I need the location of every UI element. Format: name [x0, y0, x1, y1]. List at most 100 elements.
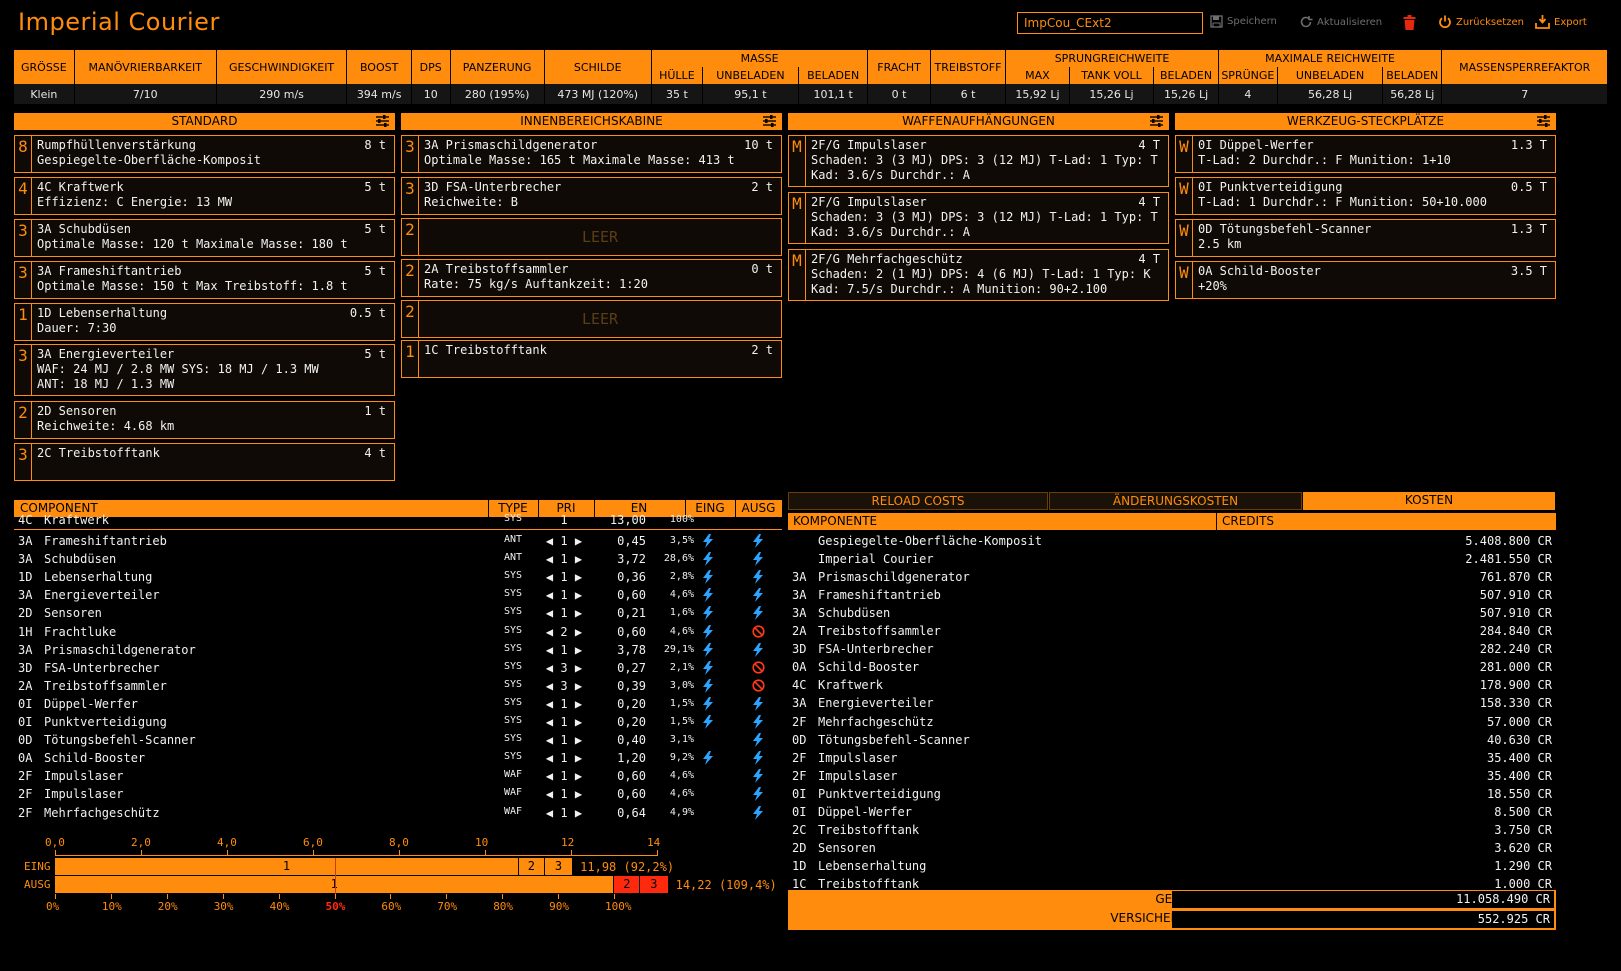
bolt-icon[interactable]	[752, 751, 764, 766]
cost-row[interactable]: 0I Düppel-Werfer 8.500 CR	[788, 803, 1556, 821]
priority-decrease-arrow-icon[interactable]: ◀	[546, 697, 560, 711]
power-row[interactable]: 2A Treibstoffsammler SYS ◀ 3 ▶ 0,39 3,0%	[14, 677, 782, 695]
filter-icon[interactable]	[1150, 115, 1163, 132]
bolt-icon[interactable]	[702, 606, 714, 621]
eing-toggle[interactable]	[702, 715, 714, 732]
eing-toggle[interactable]	[702, 678, 714, 696]
bolt-icon[interactable]	[752, 552, 764, 567]
priority-decrease-arrow-icon[interactable]: ◀	[546, 715, 560, 729]
priority-increase-arrow-icon[interactable]: ▶	[568, 570, 582, 584]
slot-internal-4[interactable]: 2 LEER	[401, 300, 782, 338]
slot-hardpoints-1[interactable]: M 2F/G Impulslaser 4 T Schaden: 3 (3 MJ) DP…	[788, 192, 1169, 244]
priority-increase-arrow-icon[interactable]: ▶	[568, 806, 582, 820]
priority-increase-arrow-icon[interactable]: ▶	[568, 552, 582, 566]
bolt-icon[interactable]	[752, 715, 764, 729]
slot-utility-1[interactable]: W 0I Punktverteidigung 0.5 T T-Lad: 1 Durch…	[1175, 177, 1556, 215]
bolt-icon[interactable]	[752, 805, 764, 820]
cost-row[interactable]: 2C Treibstofftank 3.750 CR	[788, 821, 1556, 839]
slot-standard-7[interactable]: 3 2C Treibstofftank 4 t	[14, 443, 395, 481]
cost-row[interactable]: 2F Impulslaser 35.400 CR	[788, 767, 1556, 785]
priority-increase-arrow-icon[interactable]: ▶	[568, 733, 582, 747]
slot-standard-1[interactable]: 4 4C Kraftwerk 5 t Effizienz: C Energie: 13…	[14, 177, 395, 215]
bolt-icon[interactable]	[752, 588, 764, 603]
priority-decrease-arrow-icon[interactable]: ◀	[546, 751, 560, 765]
priority-stepper[interactable]: ◀ 1 ▶	[536, 570, 592, 584]
priority-stepper[interactable]: ◀ 3 ▶	[536, 661, 592, 675]
ausg-toggle[interactable]	[752, 661, 765, 677]
eing-toggle[interactable]	[702, 588, 714, 605]
cost-tab-1[interactable]: ÄNDERUNGSKOSTEN	[1049, 492, 1302, 510]
cost-row[interactable]: 0A Schild-Booster 281.000 CR	[788, 658, 1556, 676]
reload-button[interactable]: Aktualisieren	[1299, 15, 1382, 29]
power-row[interactable]: 2D Sensoren SYS ◀ 1 ▶ 0,21 1,6%	[14, 604, 782, 622]
power-row[interactable]: 2F Impulslaser WAF ◀ 1 ▶ 0,60 4,6%	[14, 767, 782, 785]
disabled-icon[interactable]	[752, 679, 765, 692]
eing-toggle[interactable]	[702, 696, 714, 714]
bolt-icon[interactable]	[702, 678, 714, 693]
bolt-icon[interactable]	[752, 769, 764, 784]
slot-hardpoints-2[interactable]: M 2F/G Mehrfachgeschütz 4 T Schaden: 2 (1 M…	[788, 249, 1169, 301]
cost-row[interactable]: 0D Tötungsbefehl-Scanner 40.630 CR	[788, 731, 1556, 749]
priority-decrease-arrow-icon[interactable]: ◀	[546, 570, 560, 584]
ausg-toggle[interactable]	[752, 679, 765, 695]
slot-internal-1[interactable]: 3 3D FSA-Unterbrecher 2 t Reichweite: B	[401, 177, 782, 215]
save-button[interactable]: Speichern	[1210, 15, 1277, 28]
priority-stepper[interactable]: ◀ 2 ▶	[536, 625, 592, 639]
bolt-icon[interactable]	[702, 534, 714, 548]
power-row[interactable]: 0I Punktverteidigung SYS ◀ 1 ▶ 0,20 1,5%	[14, 713, 782, 731]
cost-row[interactable]: Imperial Courier 2.481.550 CR	[788, 550, 1556, 568]
cost-row[interactable]: 2F Impulslaser 35.400 CR	[788, 749, 1556, 767]
eing-toggle[interactable]	[702, 534, 714, 551]
priority-increase-arrow-icon[interactable]: ▶	[568, 769, 582, 783]
priority-decrease-arrow-icon[interactable]: ◀	[546, 588, 560, 602]
power-row[interactable]: 1D Lebenserhaltung SYS ◀ 1 ▶ 0,36 2,8%	[14, 568, 782, 586]
slot-utility-3[interactable]: W 0A Schild-Booster 3.5 T +20%	[1175, 261, 1556, 299]
priority-increase-arrow-icon[interactable]: ▶	[568, 606, 582, 620]
eing-toggle[interactable]	[702, 552, 714, 569]
priority-stepper[interactable]: ◀ 1 ▶	[536, 787, 592, 801]
slot-internal-5[interactable]: 1 1C Treibstofftank 2 t	[401, 340, 782, 378]
disabled-icon[interactable]	[752, 661, 765, 674]
slot-internal-0[interactable]: 3 3A Prismaschildgenerator 10 t Optimale Ma…	[401, 135, 782, 173]
priority-decrease-arrow-icon[interactable]: ◀	[546, 806, 560, 820]
cost-row[interactable]: 3A Schubdüsen 507.910 CR	[788, 604, 1556, 622]
eing-toggle[interactable]	[702, 642, 714, 660]
bolt-icon[interactable]	[752, 787, 764, 802]
priority-decrease-arrow-icon[interactable]: ◀	[546, 643, 560, 657]
power-row[interactable]: 3A Energieverteiler SYS ◀ 1 ▶ 0,60 4,6%	[14, 586, 782, 604]
bolt-icon[interactable]	[702, 552, 714, 567]
slot-standard-2[interactable]: 3 3A Schubdüsen 5 t Optimale Masse: 120 t M…	[14, 219, 395, 257]
priority-increase-arrow-icon[interactable]: ▶	[568, 697, 582, 711]
priority-stepper[interactable]: ◀ 1 ▶	[536, 806, 592, 820]
priority-decrease-arrow-icon[interactable]: ◀	[546, 606, 560, 620]
eing-toggle[interactable]	[702, 660, 714, 678]
build-name-input[interactable]	[1017, 12, 1203, 34]
bolt-icon[interactable]	[752, 642, 764, 657]
priority-decrease-arrow-icon[interactable]: ◀	[546, 534, 560, 548]
priority-decrease-arrow-icon[interactable]: ◀	[546, 552, 560, 566]
cost-tab-2[interactable]: KOSTEN	[1303, 492, 1555, 510]
cost-tab-0[interactable]: RELOAD COSTS	[788, 492, 1048, 510]
ausg-toggle[interactable]	[752, 751, 764, 768]
ausg-toggle[interactable]	[752, 570, 764, 587]
ausg-toggle[interactable]	[752, 624, 765, 641]
cost-row[interactable]: 2F Mehrfachgeschütz 57.000 CR	[788, 713, 1556, 731]
priority-stepper[interactable]: ◀ 1 ▶	[536, 534, 592, 548]
bolt-icon[interactable]	[702, 588, 714, 603]
priority-stepper[interactable]: ◀ 1 ▶	[536, 643, 592, 657]
priority-decrease-arrow-icon[interactable]: ◀	[546, 733, 560, 747]
ausg-toggle[interactable]	[752, 588, 764, 605]
disabled-icon[interactable]	[752, 624, 765, 638]
cost-col-component[interactable]: KOMPONENTE	[793, 514, 877, 528]
eing-toggle[interactable]	[702, 751, 714, 768]
bolt-icon[interactable]	[752, 534, 764, 548]
bolt-icon[interactable]	[702, 570, 714, 585]
power-row[interactable]: 3A Prismaschildgenerator SYS ◀ 1 ▶ 3,78 29,1%	[14, 641, 782, 659]
priority-decrease-arrow-icon[interactable]: ◀	[546, 661, 560, 675]
bolt-icon[interactable]	[702, 715, 714, 729]
bolt-icon[interactable]	[752, 696, 764, 711]
priority-increase-arrow-icon[interactable]: ▶	[568, 643, 582, 657]
slot-utility-0[interactable]: W 0I Düppel-Werfer 1.3 T T-Lad: 2 Durchdr.:…	[1175, 135, 1556, 173]
priority-stepper[interactable]: ◀ 1 ▶	[536, 697, 592, 711]
priority-increase-arrow-icon[interactable]: ▶	[568, 751, 582, 765]
